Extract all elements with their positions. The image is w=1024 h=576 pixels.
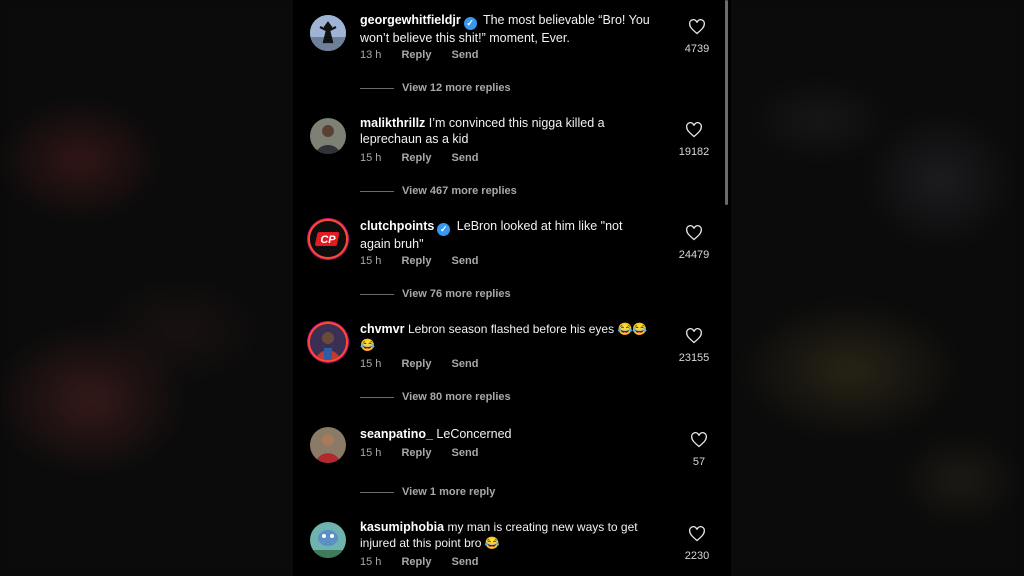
heart-outline-icon[interactable] <box>685 122 703 138</box>
comment-username[interactable]: kasumiphobia <box>360 520 444 534</box>
avatar[interactable] <box>310 522 346 558</box>
comment-meta: 15 h Reply Send <box>360 255 495 267</box>
send-button[interactable]: Send <box>452 255 479 267</box>
comment-text-block: clutchpoints ✓ LeBron looked at him like … <box>360 218 650 252</box>
like-control[interactable]: 24479 <box>664 225 724 263</box>
comment-time: 15 h <box>360 447 382 459</box>
heart-outline-icon[interactable] <box>685 225 703 241</box>
avatar[interactable] <box>310 15 346 51</box>
view-replies-link[interactable]: View 1 more reply <box>360 486 495 498</box>
view-replies-label: View 80 more replies <box>402 391 511 403</box>
comment-time: 15 h <box>360 358 382 370</box>
verified-badge-icon: ✓ <box>437 223 451 236</box>
comment-meta: 13 h Reply Send <box>360 49 495 61</box>
like-count: 24479 <box>678 249 710 261</box>
heart-outline-icon[interactable] <box>688 526 706 542</box>
send-button[interactable]: Send <box>452 556 479 568</box>
like-control[interactable]: 2230 <box>667 526 727 564</box>
send-button[interactable]: Send <box>452 152 479 164</box>
like-count: 19182 <box>678 146 710 158</box>
comment-time: 13 h <box>360 49 382 61</box>
verified-badge-icon: ✓ <box>463 17 477 30</box>
avatar-image <box>310 427 346 463</box>
reply-button[interactable]: Reply <box>401 49 431 61</box>
reply-button[interactable]: Reply <box>401 447 431 459</box>
comment-body: Lebron season flashed before his eyes 😂😂… <box>360 322 648 352</box>
view-replies-label: View 76 more replies <box>402 288 511 300</box>
comment-username[interactable]: seanpatino_ <box>360 427 433 441</box>
like-count: 2230 <box>684 550 710 562</box>
view-replies-link[interactable]: View 467 more replies <box>360 185 517 197</box>
comment-username[interactable]: clutchpoints <box>360 219 434 233</box>
send-button[interactable]: Send <box>452 447 479 459</box>
view-replies-link[interactable]: View 12 more replies <box>360 82 511 94</box>
replies-divider <box>360 293 394 295</box>
avatar[interactable] <box>310 118 346 154</box>
comment-meta: 15 h Reply Send <box>360 358 495 370</box>
view-replies-label: View 1 more reply <box>402 486 496 498</box>
comment-username[interactable]: malikthrillz <box>360 116 425 130</box>
comment-time: 15 h <box>360 152 382 164</box>
comment-text-block: kasumiphobia my man is creating new ways… <box>360 519 650 551</box>
replies-divider <box>360 87 394 89</box>
send-button[interactable]: Send <box>452 49 479 61</box>
reply-button[interactable]: Reply <box>401 358 431 370</box>
reply-button[interactable]: Reply <box>401 255 431 267</box>
clutchpoints-logo-icon: CP <box>310 221 346 257</box>
replies-divider <box>360 396 394 398</box>
view-replies-link[interactable]: View 80 more replies <box>360 391 511 403</box>
comment-body: LeConcerned <box>436 427 512 441</box>
heart-outline-icon[interactable] <box>685 328 703 344</box>
avatar-image <box>310 15 346 51</box>
like-count: 57 <box>692 456 706 468</box>
comment-time: 15 h <box>360 255 382 267</box>
comment-meta: 15 h Reply Send <box>360 447 495 459</box>
avatar[interactable] <box>310 427 346 463</box>
avatar-image <box>310 324 346 360</box>
view-replies-label: View 467 more replies <box>402 185 517 197</box>
reply-button[interactable]: Reply <box>401 152 431 164</box>
avatar-image <box>310 118 346 154</box>
scrollbar[interactable] <box>725 0 728 205</box>
view-replies-link[interactable]: View 76 more replies <box>360 288 511 300</box>
avatar[interactable]: CP <box>310 221 346 257</box>
reply-button[interactable]: Reply <box>401 556 431 568</box>
like-control[interactable]: 4739 <box>667 19 727 57</box>
comment-meta: 15 h Reply Send <box>360 152 495 164</box>
comments-panel[interactable]: georgewhitfieldjr ✓ The most believable “… <box>293 0 731 576</box>
heart-outline-icon[interactable] <box>688 19 706 35</box>
like-control[interactable]: 19182 <box>664 122 724 160</box>
comment-meta: 15 h Reply Send <box>360 556 495 568</box>
avatar[interactable] <box>310 324 346 360</box>
view-replies-label: View 12 more replies <box>402 82 511 94</box>
comment-username[interactable]: chvmvr <box>360 322 404 336</box>
comment-text-block: chvmvr Lebron season flashed before his … <box>360 321 650 353</box>
like-count: 4739 <box>684 43 710 55</box>
replies-divider <box>360 190 394 192</box>
replies-divider <box>360 491 394 493</box>
comment-text-block: georgewhitfieldjr ✓ The most believable “… <box>360 12 650 46</box>
comment-text-block: malikthrillz I’m convinced this nigga ki… <box>360 115 650 147</box>
comment-username[interactable]: georgewhitfieldjr <box>360 13 461 27</box>
like-control[interactable]: 57 <box>669 432 729 470</box>
like-control[interactable]: 23155 <box>664 328 724 366</box>
heart-outline-icon[interactable] <box>690 432 708 448</box>
comment-text-block: seanpatino_ LeConcerned <box>360 426 650 442</box>
avatar-image <box>310 522 346 558</box>
like-count: 23155 <box>678 352 710 364</box>
send-button[interactable]: Send <box>452 358 479 370</box>
clutchpoints-logo-text: CP <box>320 234 336 246</box>
comment-time: 15 h <box>360 556 382 568</box>
